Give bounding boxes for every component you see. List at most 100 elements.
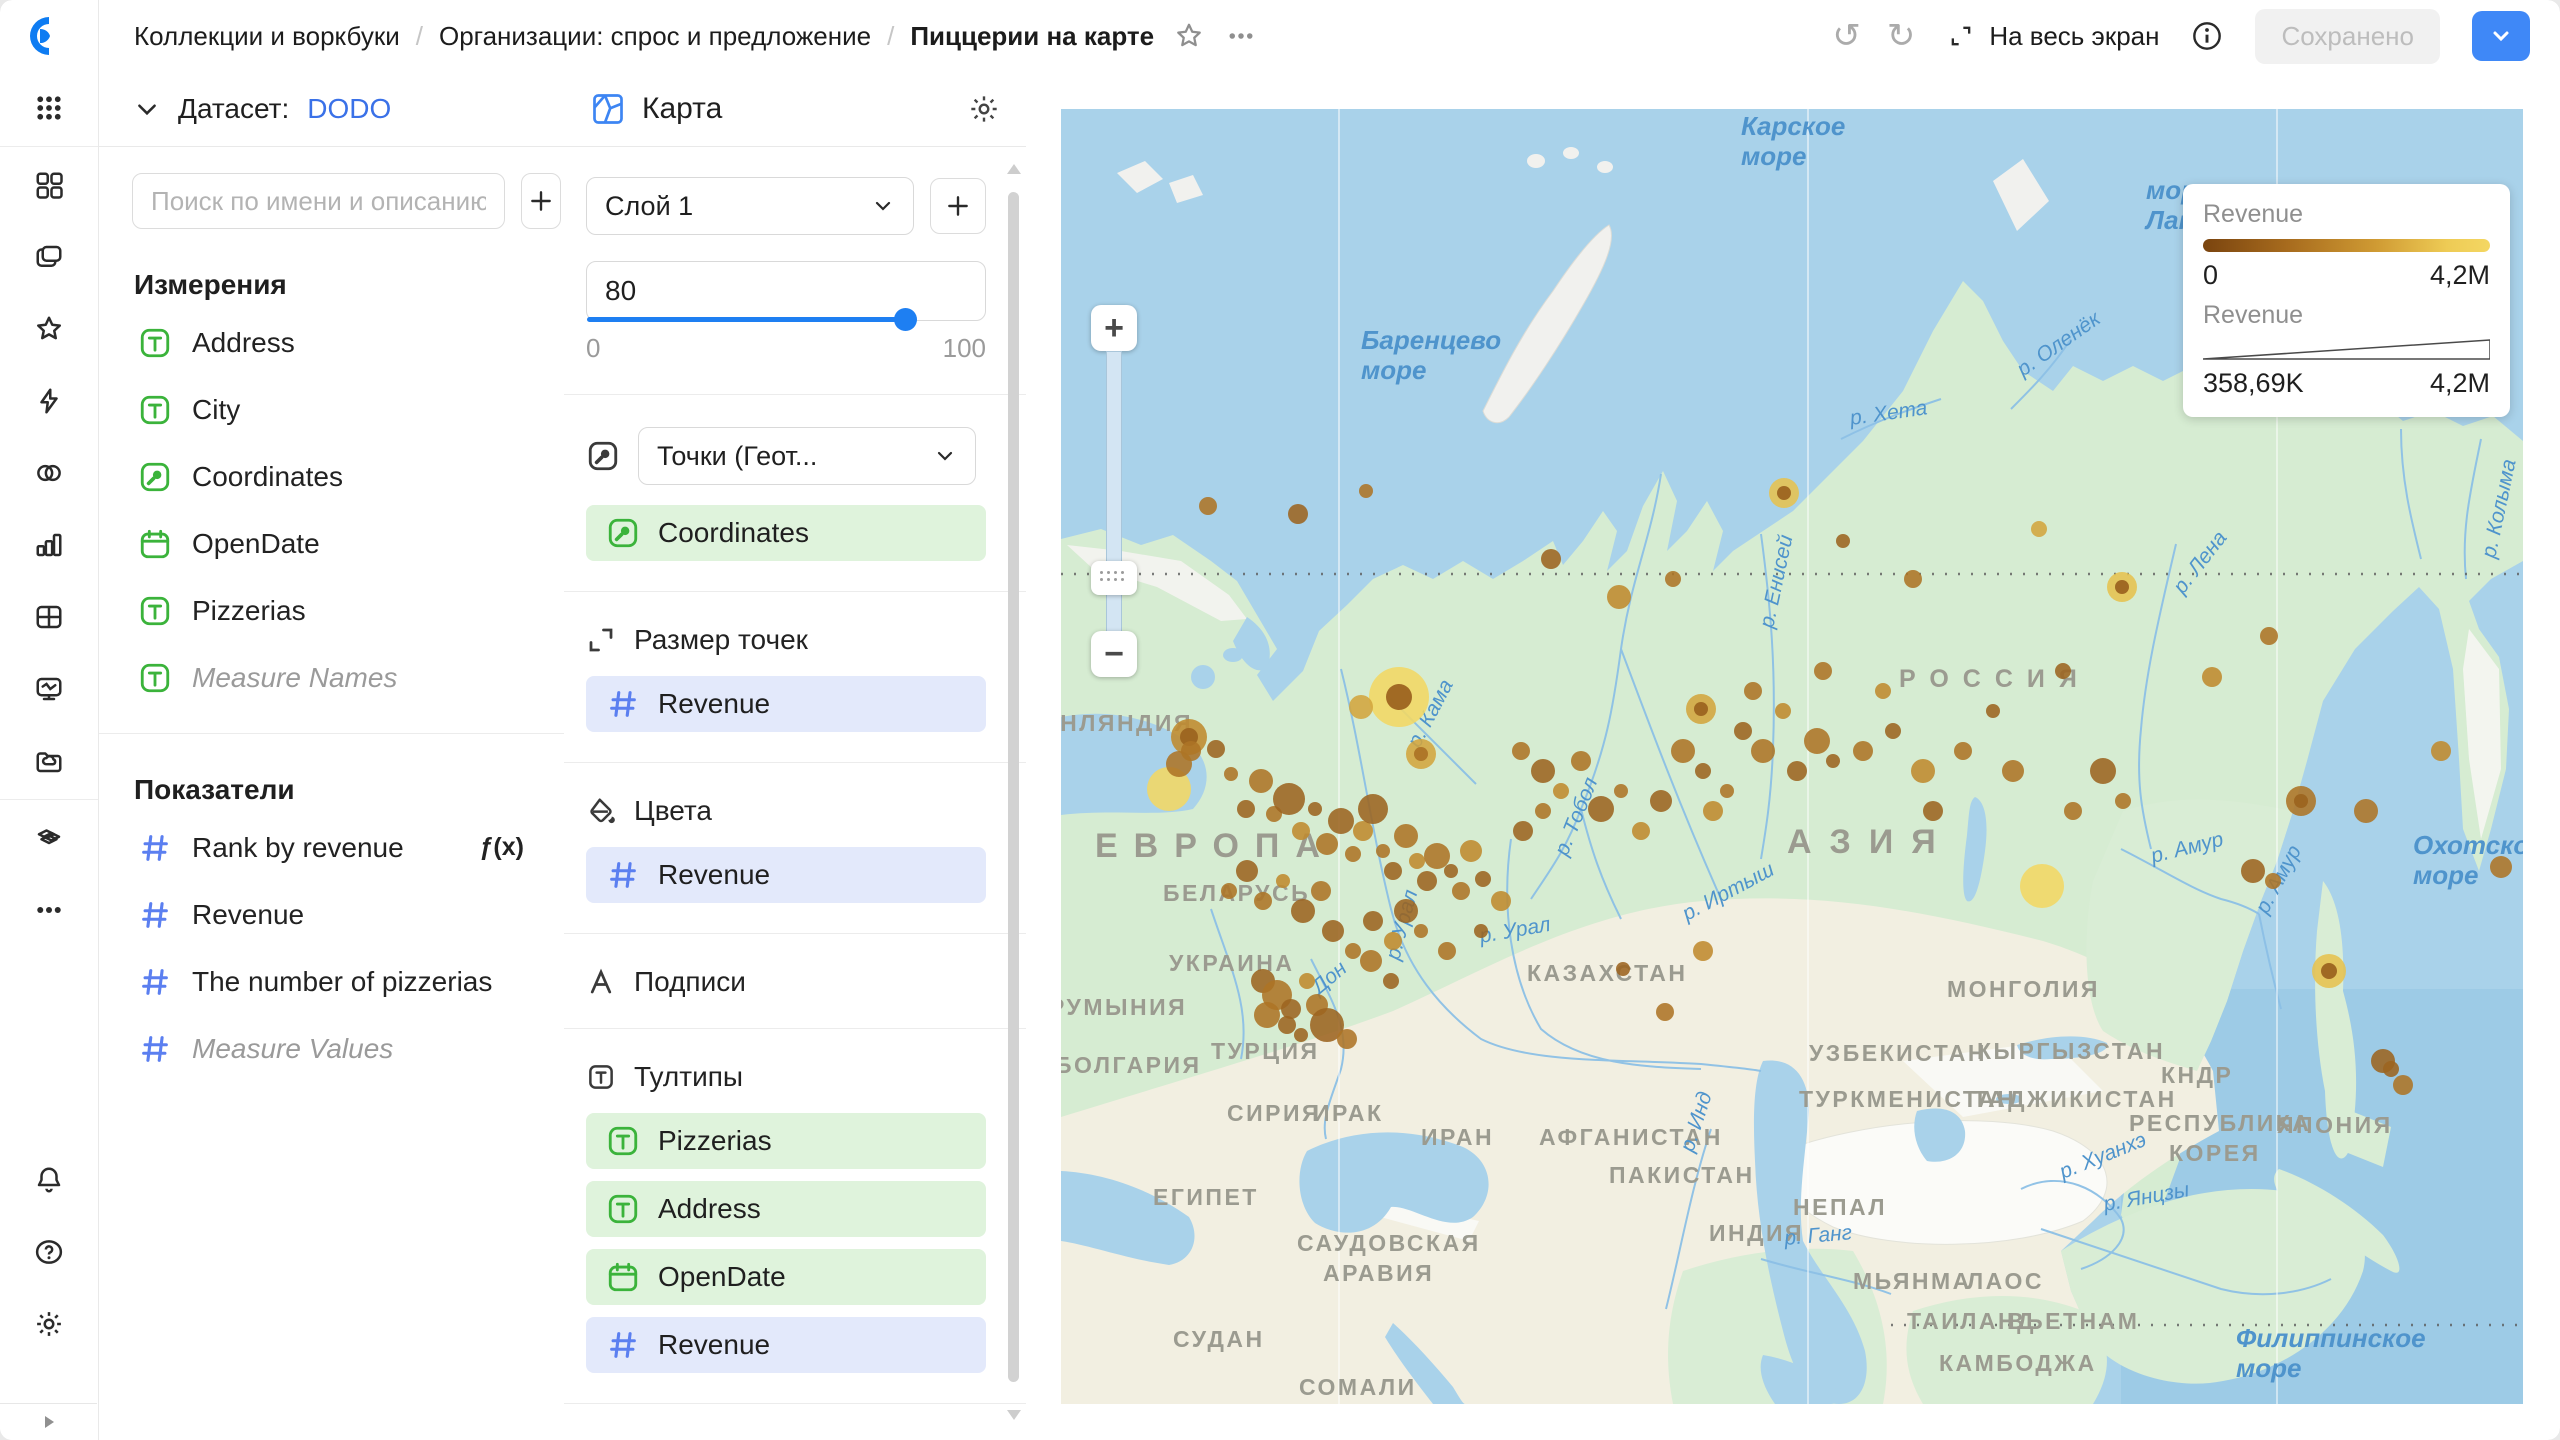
breadcrumb-collections[interactable]: Коллекции и воркбуки <box>134 21 400 52</box>
map-point[interactable] <box>1720 784 1734 798</box>
dimension-item[interactable]: Address <box>132 309 530 376</box>
size-field-chip[interactable]: Revenue <box>586 676 986 732</box>
map-point[interactable] <box>1452 882 1470 900</box>
map-point[interactable] <box>2090 758 2116 784</box>
map-point[interactable] <box>1911 759 1935 783</box>
tooltip-field-chip[interactable]: Pizzerias <box>586 1113 986 1169</box>
dimension-item[interactable]: OpenDate <box>132 510 530 577</box>
favorite-star-icon[interactable] <box>1174 21 1204 51</box>
map-point[interactable] <box>1814 662 1832 680</box>
map-point[interactable] <box>1693 941 1713 961</box>
map-point[interactable] <box>1875 683 1891 699</box>
map-point[interactable] <box>1207 740 1225 758</box>
measure-item[interactable]: The number of pizzerias <box>132 948 530 1015</box>
map-point[interactable] <box>1656 1003 1674 1021</box>
map-point[interactable] <box>1695 763 1711 779</box>
map-point[interactable] <box>1607 585 1631 609</box>
map-point[interactable] <box>1665 571 1681 587</box>
fullscreen-button[interactable]: На весь экран <box>1947 21 2159 52</box>
map-point-core[interactable] <box>2321 963 2337 979</box>
map-point[interactable] <box>1224 767 1238 781</box>
scroll-down-arrow[interactable] <box>1007 1410 1021 1420</box>
map-point[interactable] <box>1512 742 1530 760</box>
map-point[interactable] <box>1438 942 1456 960</box>
map-point[interactable] <box>1394 824 1418 848</box>
zoom-slider-handle[interactable] <box>1091 561 1137 595</box>
map-point[interactable] <box>1632 822 1650 840</box>
opacity-slider-knob[interactable] <box>894 308 917 331</box>
map-point[interactable] <box>1181 741 1201 761</box>
map-point[interactable] <box>1273 783 1305 815</box>
geotype-select[interactable]: Точки (Геот... <box>638 427 976 485</box>
measure-item[interactable]: Measure Values <box>132 1015 530 1082</box>
map-point[interactable] <box>2260 627 2278 645</box>
map-point[interactable] <box>1345 846 1361 862</box>
map-point[interactable] <box>1513 821 1533 841</box>
sidebar-item-favorites[interactable] <box>0 293 98 365</box>
map-point[interactable] <box>1904 570 1922 588</box>
map-point[interactable] <box>1804 728 1830 754</box>
map-point[interactable] <box>1316 833 1338 855</box>
map-point[interactable] <box>1254 1002 1280 1028</box>
map-point[interactable] <box>2020 864 2064 908</box>
map-point[interactable] <box>1491 891 1511 911</box>
tooltip-field-chip[interactable]: Revenue <box>586 1317 986 1373</box>
help-icon[interactable] <box>0 1216 98 1288</box>
tooltip-field-chip[interactable]: OpenDate <box>586 1249 986 1305</box>
map-point[interactable] <box>1291 899 1315 923</box>
map-point[interactable] <box>1337 1029 1357 1049</box>
add-field-button[interactable] <box>521 173 561 229</box>
map-point-core[interactable] <box>2294 794 2308 808</box>
dimension-item[interactable]: City <box>132 376 530 443</box>
map-point[interactable] <box>1292 822 1310 840</box>
breadcrumb-workbook[interactable]: Организации: спрос и предложение <box>439 21 871 52</box>
map-point[interactable] <box>1376 844 1390 858</box>
map-point[interactable] <box>1345 943 1361 959</box>
map-point[interactable] <box>2490 856 2512 878</box>
map-point[interactable] <box>1751 739 1775 763</box>
redo-icon[interactable]: ↻ <box>1887 19 1916 53</box>
map-point[interactable] <box>1384 932 1402 950</box>
dimension-item[interactable]: Measure Names <box>132 644 530 711</box>
map-point[interactable] <box>1384 862 1402 880</box>
map-point[interactable] <box>2383 1061 2399 1077</box>
dimension-item[interactable]: Pizzerias <box>132 577 530 644</box>
map-point[interactable] <box>1288 504 1308 524</box>
map-point[interactable] <box>1360 950 1382 972</box>
map-point[interactable] <box>1409 853 1425 869</box>
map-point[interactable] <box>1775 703 1791 719</box>
map-point[interactable] <box>1734 722 1752 740</box>
map-point[interactable] <box>1444 864 1458 878</box>
map-point[interactable] <box>2115 793 2131 809</box>
map-point[interactable] <box>1221 883 1237 899</box>
map-point-core[interactable] <box>2115 580 2129 594</box>
map-point-core[interactable] <box>1694 702 1708 716</box>
map-point-core[interactable] <box>1386 684 1412 710</box>
map-point[interactable] <box>1359 484 1373 498</box>
settings-gear-icon[interactable] <box>0 1288 98 1360</box>
map-point[interactable] <box>1353 821 1373 841</box>
map-point[interactable] <box>1986 704 2000 718</box>
map-point[interactable] <box>2265 873 2281 889</box>
more-actions-icon[interactable] <box>1224 21 1258 51</box>
map-point[interactable] <box>1616 962 1630 976</box>
sidebar-item-collections[interactable] <box>0 221 98 293</box>
map-point-core[interactable] <box>1414 747 1428 761</box>
map-point[interactable] <box>1278 1016 1296 1034</box>
map-point-core[interactable] <box>1777 486 1791 500</box>
apps-grid-icon[interactable] <box>0 72 98 144</box>
map-point[interactable] <box>2202 667 2222 687</box>
map-point[interactable] <box>1249 769 1273 793</box>
map-point[interactable] <box>1236 860 1258 882</box>
sidebar-item-monitoring[interactable] <box>0 653 98 725</box>
map-point[interactable] <box>2393 1075 2413 1095</box>
map-point[interactable] <box>1394 899 1418 923</box>
sidebar-item-services[interactable] <box>0 802 98 874</box>
map-point[interactable] <box>1703 801 1723 821</box>
map-point[interactable] <box>1826 754 1840 768</box>
map-point[interactable] <box>2354 799 2378 823</box>
zoom-out-button[interactable]: − <box>1091 631 1137 677</box>
rail-expand-button[interactable] <box>0 1403 97 1440</box>
map-point[interactable] <box>1460 840 1482 862</box>
map-point[interactable] <box>2064 802 2082 820</box>
